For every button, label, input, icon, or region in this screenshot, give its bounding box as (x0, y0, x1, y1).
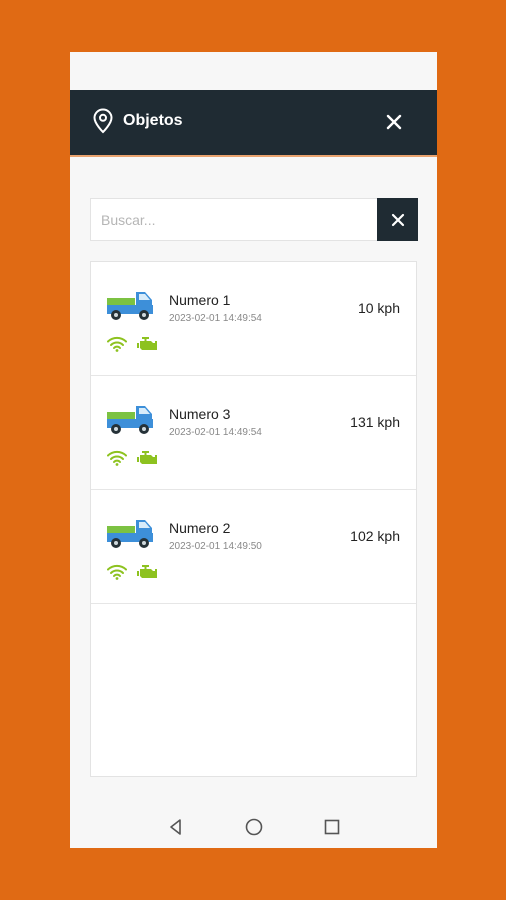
object-name: Numero 2 (169, 520, 231, 536)
system-nav-bar (70, 807, 437, 848)
engine-icon (137, 451, 157, 464)
list-item[interactable]: Numero 3 2023-02-01 14:49:54 131 kph (91, 376, 416, 490)
location-pin-icon (93, 108, 113, 134)
page-title: Objetos (123, 112, 183, 129)
home-icon[interactable] (244, 817, 264, 837)
recents-icon[interactable] (322, 817, 342, 837)
search-bar (90, 198, 418, 241)
back-icon[interactable] (166, 817, 186, 837)
object-speed: 10 kph (357, 300, 400, 316)
wifi-icon (107, 450, 127, 466)
object-name: Numero 1 (169, 292, 231, 308)
phone-screen: Objetos Numero 1 2023-02-01 (70, 52, 437, 848)
search-input[interactable] (91, 199, 376, 240)
engine-icon (137, 337, 157, 350)
close-icon (391, 213, 404, 226)
object-timestamp: 2023-02-01 14:49:50 (169, 541, 262, 552)
wifi-icon (107, 336, 127, 352)
objects-list: Numero 1 2023-02-01 14:49:54 10 kph Nume… (90, 261, 417, 777)
header-bar: Objetos (70, 90, 437, 155)
truck-icon (107, 292, 153, 320)
list-item[interactable]: Numero 2 2023-02-01 14:49:50 102 kph (91, 490, 416, 604)
list-item[interactable]: Numero 1 2023-02-01 14:49:54 10 kph (91, 262, 416, 376)
truck-icon (107, 406, 153, 434)
engine-icon (137, 565, 157, 578)
truck-icon (107, 520, 153, 548)
wifi-icon (107, 564, 127, 580)
header-divider (70, 155, 437, 157)
object-name: Numero 3 (169, 406, 231, 422)
status-bar (70, 52, 437, 90)
search-clear-button[interactable] (377, 198, 418, 241)
close-button[interactable] (383, 111, 405, 133)
close-icon (386, 114, 402, 130)
object-timestamp: 2023-02-01 14:49:54 (169, 427, 262, 438)
object-timestamp: 2023-02-01 14:49:54 (169, 313, 262, 324)
object-speed: 102 kph (350, 528, 400, 544)
object-speed: 131 kph (350, 414, 400, 430)
